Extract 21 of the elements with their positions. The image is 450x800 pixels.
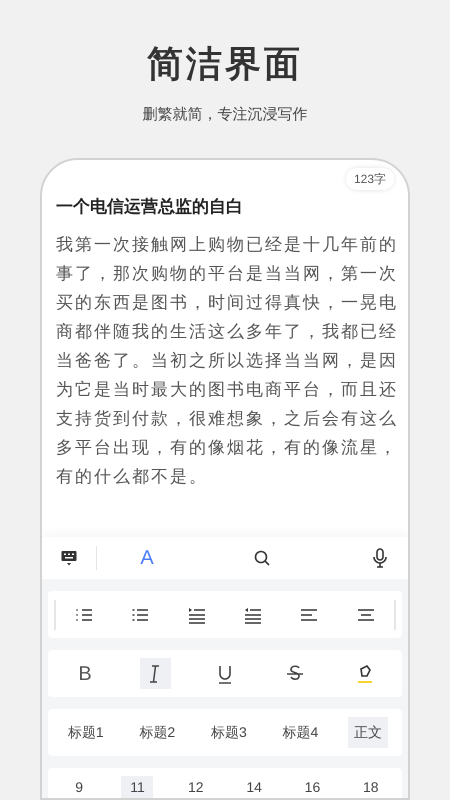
outdent-icon[interactable] [244, 606, 262, 624]
page-subtitle: 删繁就简，专注沉浸写作 [142, 105, 308, 125]
bold-button[interactable]: B [70, 658, 100, 689]
italic-icon[interactable] [140, 658, 170, 689]
document-body: 我第一次接触网上购物已经是十几年前的事了，那次购物的平台是当当网，第一次买的东西是图书，时间过得真快，一晃电商都伴随我的生活这么多年了，我都已经当爸爸了。当初之所以选择当当网，是因为它是当时最大的图书电商平台，而且还支持货到付款，很难想象，之后会有这么多平台出现，有的像烟花，有的像流星，有的什么都不是。 [55, 234, 398, 488]
style-option[interactable]: 标题4 [276, 717, 324, 748]
font-size-option[interactable]: 14 [238, 776, 270, 798]
style-option[interactable]: 标题3 [204, 717, 253, 748]
font-size-option[interactable]: 18 [354, 776, 387, 798]
page-title: 简洁界面 [147, 42, 303, 86]
style-option[interactable]: 正文 [348, 717, 388, 748]
font-size-option[interactable]: 11 [121, 776, 154, 798]
style-option[interactable]: 标题1 [62, 717, 110, 748]
document-title: 一个电信运营总监的自白 [55, 196, 244, 218]
font-size-option[interactable]: 12 [180, 776, 212, 798]
style-option[interactable]: 标题2 [133, 717, 182, 748]
word-count-badge: 123字 [346, 168, 394, 190]
indent-icon[interactable] [188, 606, 206, 624]
font-size-option[interactable]: 9 [63, 776, 96, 798]
font-tab[interactable]: A [127, 546, 167, 570]
font-size-option[interactable]: 16 [296, 776, 328, 798]
